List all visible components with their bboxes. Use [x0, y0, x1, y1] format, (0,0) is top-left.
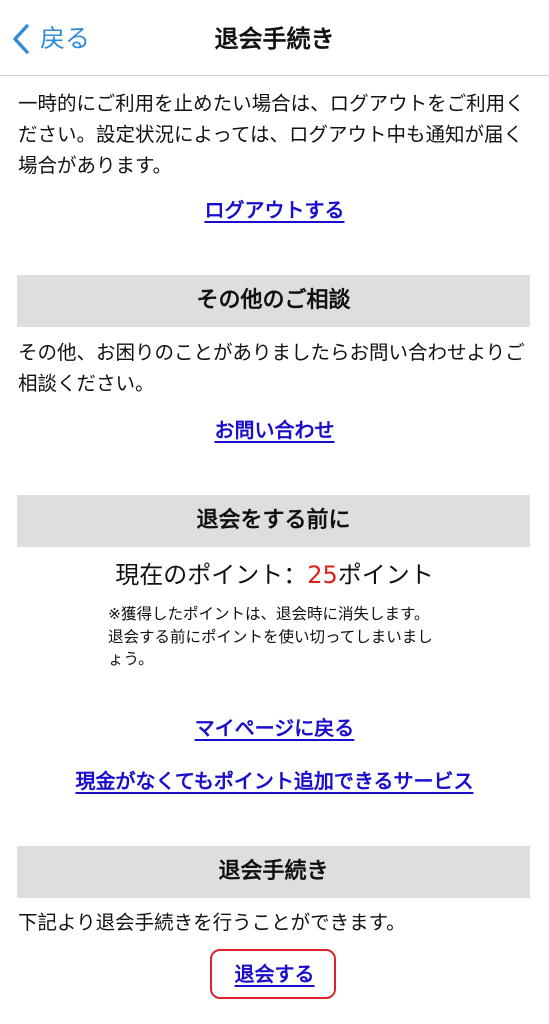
- logout-link[interactable]: ログアウトする: [0, 195, 549, 225]
- section-header-withdraw: 退会手続き: [17, 846, 530, 898]
- section-header-before-withdraw: 退会をする前に: [17, 495, 530, 547]
- points-note-line-1: ※獲得したポイントは、退会時に消失します。: [108, 605, 430, 623]
- points-unit: ポイント: [337, 561, 434, 589]
- points-label: 現在のポイント：: [115, 561, 308, 589]
- consult-description: その他、お困りのことがありましたらお問い合わせよりご相談ください。: [18, 341, 525, 395]
- points-note: ※獲得したポイントは、退会時に消失します。 退会する前にポイントを使い切ってしま…: [108, 603, 448, 671]
- logout-description: 一時的にご利用を止めたい場合は、ログアウトをご利用ください。設定状況によっては、…: [18, 92, 525, 177]
- withdraw-link[interactable]: 退会する: [0, 959, 549, 989]
- point-service-link[interactable]: 現金がなくてもポイント追加できるサービス: [0, 766, 549, 796]
- navigation-bar: 戻る 退会手続き: [0, 0, 549, 76]
- mypage-link[interactable]: マイページに戻る: [0, 713, 549, 743]
- contact-link[interactable]: お問い合わせ: [0, 415, 549, 445]
- points-note-line-2: 退会する前にポイントを使い切ってしまいましょう。: [108, 627, 433, 669]
- page-title: 退会手続き: [214, 25, 335, 53]
- withdraw-description: 下記より退会手続きを行うことができます。: [18, 911, 406, 934]
- section-header-consult: その他のご相談: [17, 275, 530, 327]
- points-display: 現在のポイント：25ポイント: [0, 558, 549, 592]
- points-value: 25: [307, 561, 338, 589]
